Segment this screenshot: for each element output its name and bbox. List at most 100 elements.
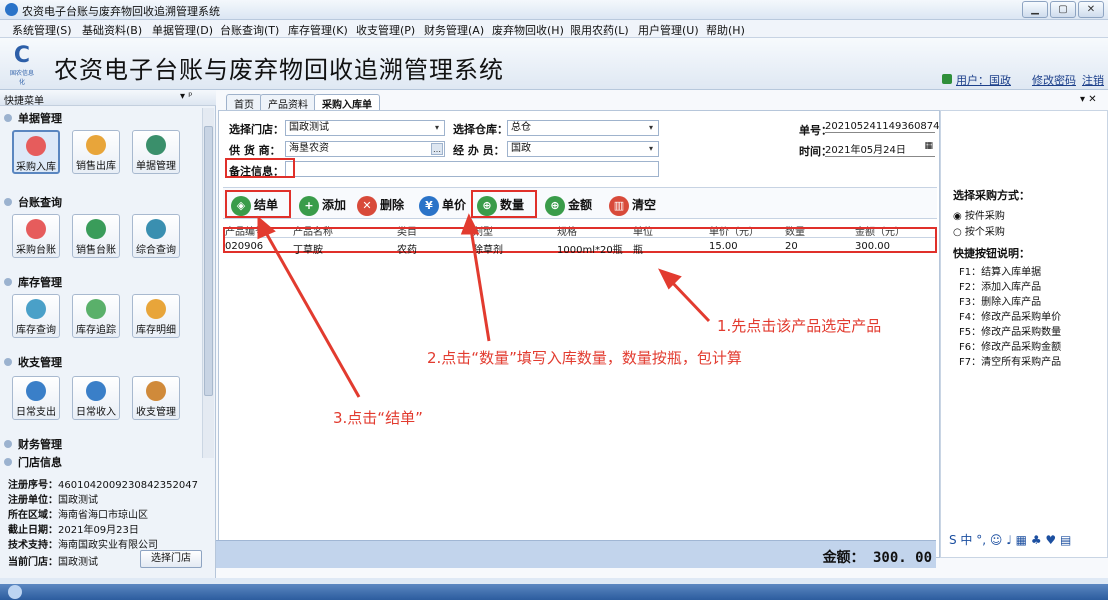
radio-checked-icon[interactable]: ◉ xyxy=(953,211,965,222)
shortcut-f2: F2：添加入库产品 xyxy=(959,282,1042,293)
close-button[interactable]: ✕ xyxy=(1078,1,1104,18)
start-icon[interactable] xyxy=(8,585,22,599)
mode-by-unit[interactable]: ○ 按个采购 xyxy=(953,223,1005,238)
arrow-step1-line xyxy=(667,277,711,323)
purchase-in-icon xyxy=(26,136,46,156)
menu-help[interactable]: 帮助(H) xyxy=(706,22,745,38)
maximize-button[interactable]: ▢ xyxy=(1050,1,1076,18)
reg-unit: 注册单位：国政测试 xyxy=(8,495,98,506)
menu-finance[interactable]: 财务管理(A) xyxy=(424,22,484,38)
user-link[interactable]: 用户：国政 xyxy=(956,72,1011,88)
daily-income-icon xyxy=(86,381,106,401)
app-icon xyxy=(5,3,18,16)
stock-query-icon xyxy=(26,299,46,319)
total-amount: 金额： 300. 00 xyxy=(822,550,932,566)
stock-trace-label: 库存追踪 xyxy=(76,325,116,336)
current-store: 当前门店：国政测试 xyxy=(8,557,98,568)
tab-home[interactable]: 首页 xyxy=(226,94,262,111)
area: 所在区域：海南省海口市琼山区 xyxy=(8,510,148,521)
bill-manage-icon xyxy=(146,135,166,155)
right-panel: 选择采购方式： ◉ 按件采购 ○ 按个采购 快捷按钮说明： F1：结算入库单据 … xyxy=(940,110,1108,558)
scroll-thumb[interactable] xyxy=(204,126,213,396)
purchase-mode-title: 选择采购方式： xyxy=(953,189,1030,202)
radio-unchecked-icon[interactable]: ○ xyxy=(953,227,965,238)
bill-manage-label: 单据管理 xyxy=(136,161,176,172)
stock-query-button[interactable]: 库存查询 xyxy=(12,294,60,338)
tab-menu-icon[interactable]: ▾ ✕ xyxy=(1080,94,1097,105)
sales-out-icon xyxy=(86,135,106,155)
shortcut-f5: F5：修改产品采购数量 xyxy=(959,327,1062,338)
purchase-ledger-button[interactable]: 采购台账 xyxy=(12,214,60,258)
user-icon xyxy=(942,74,952,84)
logo: C 国农信息化 xyxy=(8,44,36,87)
arrow-step2-head xyxy=(460,213,480,235)
daily-expense-icon xyxy=(26,381,46,401)
sidebar-scrollbar[interactable] xyxy=(202,108,214,458)
menu-waste[interactable]: 废弃物回收(H) xyxy=(492,22,564,38)
mode-by-piece[interactable]: ◉ 按件采购 xyxy=(953,207,1005,222)
logout-link[interactable]: 注销 xyxy=(1082,72,1104,88)
daily-income-label: 日常收入 xyxy=(76,407,116,418)
section-income[interactable]: 收支管理 xyxy=(4,354,62,370)
daily-income-button[interactable]: 日常收入 xyxy=(72,376,120,420)
stock-trace-button[interactable]: 库存追踪 xyxy=(72,294,120,338)
main-area: 首页 产品资料 采购入库单 ▾ ✕ 选择门店： 国政测试 ▾ 选择仓库： 总仓 ▾ … xyxy=(216,90,1108,578)
menu-basic[interactable]: 基础资料(B) xyxy=(82,22,142,38)
menu-stock[interactable]: 库存管理(K) xyxy=(288,22,348,38)
menu-bar: 系统管理(S) 基础资料(B) 单据管理(D) 台账查询(T) 库存管理(K) … xyxy=(0,20,1108,38)
tech-support: 技术支持：海南国政实业有限公司 xyxy=(8,540,158,551)
daily-expense-button[interactable]: 日常支出 xyxy=(12,376,60,420)
app-title: 农资电子台账与废弃物回收追溯管理系统 xyxy=(54,56,504,84)
stock-query-label: 库存查询 xyxy=(16,325,56,336)
shortcut-f4: F4：修改产品采购单价 xyxy=(959,312,1062,323)
income-manage-icon xyxy=(146,381,166,401)
arrow-step3-head xyxy=(257,215,276,240)
income-manage-button[interactable]: 收支管理 xyxy=(132,376,180,420)
taskbar xyxy=(0,584,1108,600)
daily-expense-label: 日常支出 xyxy=(16,407,56,418)
stock-trace-icon xyxy=(86,299,106,319)
sales-ledger-icon xyxy=(86,219,106,239)
sales-ledger-button[interactable]: 销售台账 xyxy=(72,214,120,258)
select-store-button[interactable]: 选择门店 xyxy=(140,550,202,568)
content-panel: 选择门店： 国政测试 ▾ 选择仓库： 总仓 ▾ 单号： 20210524114936… xyxy=(218,110,952,558)
menu-bills[interactable]: 单据管理(D) xyxy=(152,22,213,38)
bill-manage-button[interactable]: 单据管理 xyxy=(132,130,180,174)
menu-user[interactable]: 用户管理(U) xyxy=(638,22,699,38)
arrow-step2-line xyxy=(469,228,491,342)
sidebar: 快捷菜单 ▾ ᵖ 单据管理 采购入库 销售出库 单据管理 台账查询 采购台账 销… xyxy=(0,90,216,578)
ime-toolbar-icon[interactable]: S 中 °, ☺ ♩ ▦ ♣ ♥ ▤ xyxy=(949,531,1071,548)
banner: C 国农信息化 农资电子台账与废弃物回收追溯管理系统 用户：国政 修改密码 注销 xyxy=(0,38,1108,90)
menu-ledger[interactable]: 台账查询(T) xyxy=(220,22,279,38)
arrow-step3-line xyxy=(263,230,361,398)
tab-purchase-in[interactable]: 采购入库单 xyxy=(314,94,380,111)
income-manage-label: 收支管理 xyxy=(136,407,176,418)
window-title: 农资电子台账与废弃物回收追溯管理系统 xyxy=(22,5,220,18)
total-bar: 金额： 300. 00 xyxy=(216,540,936,568)
section-ledger[interactable]: 台账查询 xyxy=(4,194,62,210)
logo-text: 国农信息化 xyxy=(9,70,34,86)
sales-out-label: 销售出库 xyxy=(76,161,116,172)
menu-restricted[interactable]: 限用农药(L) xyxy=(570,22,629,38)
menu-income[interactable]: 收支管理(P) xyxy=(356,22,415,38)
shortcut-f7: F7：清空所有采购产品 xyxy=(959,357,1062,368)
shortcut-f6: F6：修改产品采购金额 xyxy=(959,342,1062,353)
sales-out-button[interactable]: 销售出库 xyxy=(72,130,120,174)
sidebar-header: 快捷菜单 ▾ ᵖ xyxy=(0,90,216,107)
change-password-link[interactable]: 修改密码 xyxy=(1032,72,1076,88)
section-bills[interactable]: 单据管理 xyxy=(4,110,62,126)
overall-query-button[interactable]: 综合查询 xyxy=(132,214,180,258)
purchase-in-button[interactable]: 采购入库 xyxy=(12,130,60,174)
tab-products[interactable]: 产品资料 xyxy=(260,94,316,111)
menu-system[interactable]: 系统管理(S) xyxy=(12,22,72,38)
purchase-ledger-icon xyxy=(26,219,46,239)
stock-detail-button[interactable]: 库存明细 xyxy=(132,294,180,338)
annotation-arrows xyxy=(257,213,711,398)
section-store-info[interactable]: 门店信息 xyxy=(4,454,62,470)
section-finance[interactable]: 财务管理 xyxy=(4,436,62,452)
section-stock[interactable]: 库存管理 xyxy=(4,274,62,290)
pin-icon[interactable]: ▾ ᵖ xyxy=(180,91,192,102)
minimize-button[interactable]: ▁ xyxy=(1022,1,1048,18)
shortcut-f3: F3：删除入库产品 xyxy=(959,297,1042,308)
purchase-ledger-label: 采购台账 xyxy=(16,245,56,256)
